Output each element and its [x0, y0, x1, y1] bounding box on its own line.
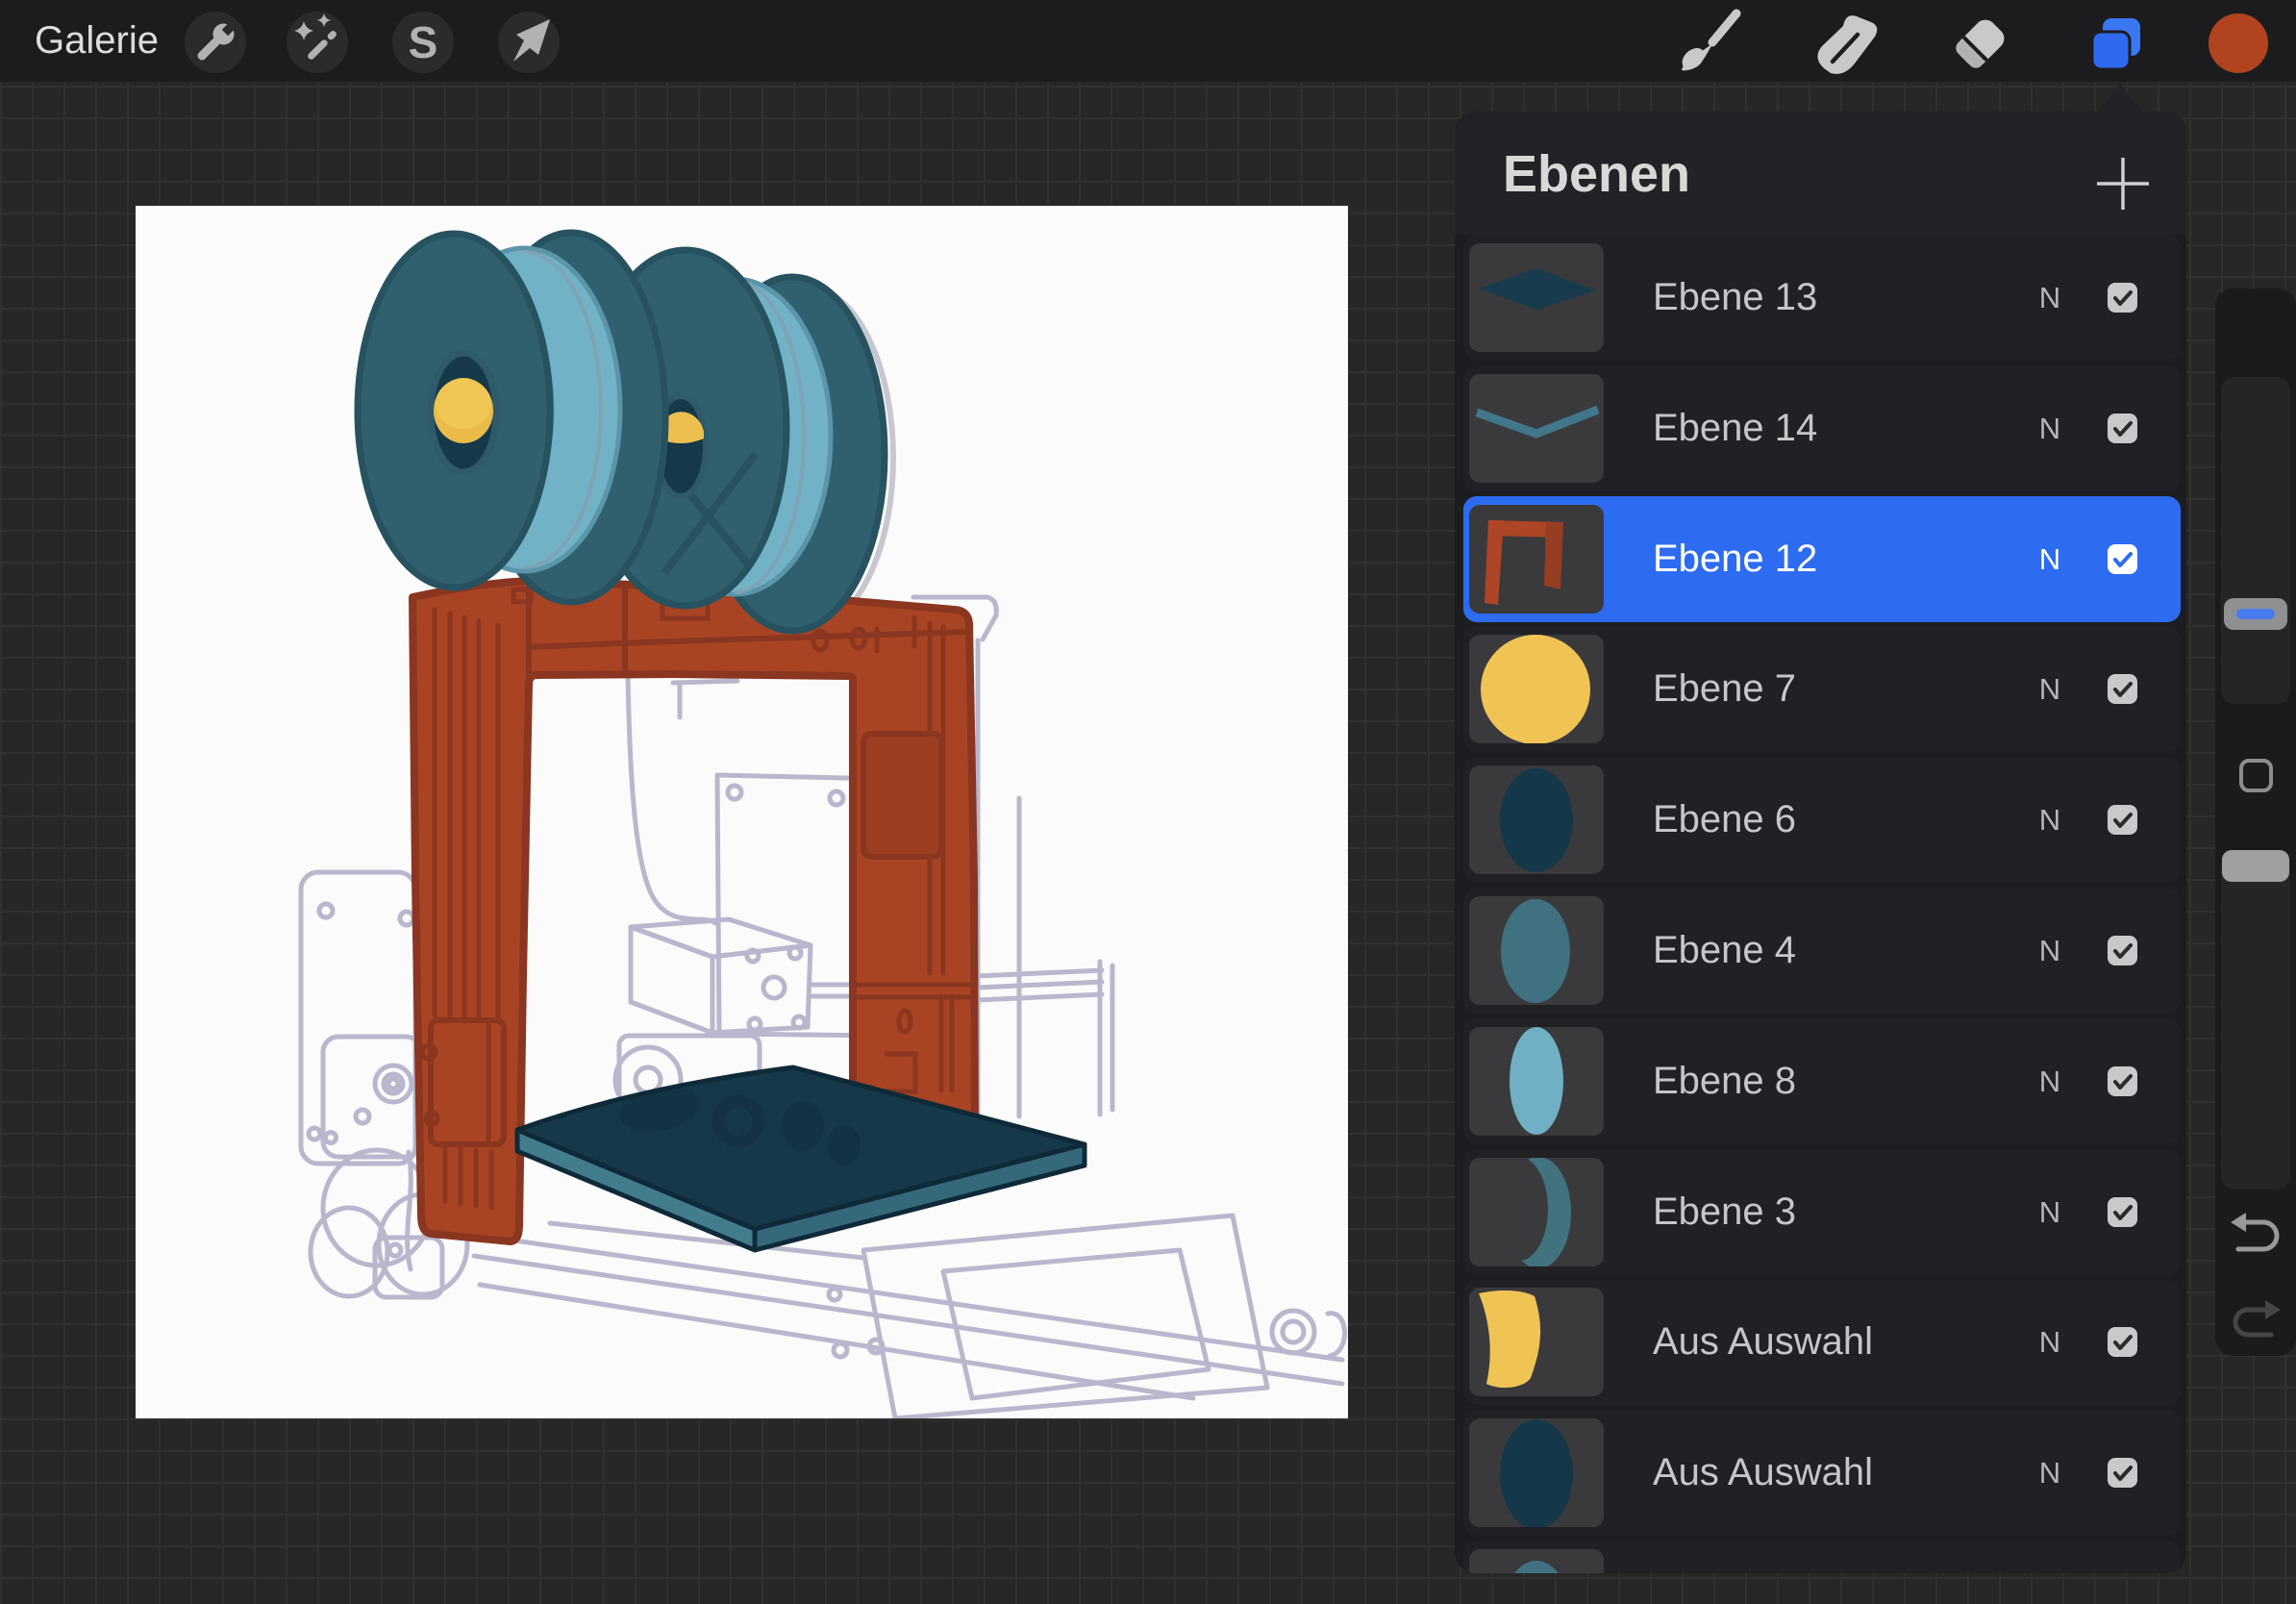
svg-text:S: S: [409, 17, 438, 67]
